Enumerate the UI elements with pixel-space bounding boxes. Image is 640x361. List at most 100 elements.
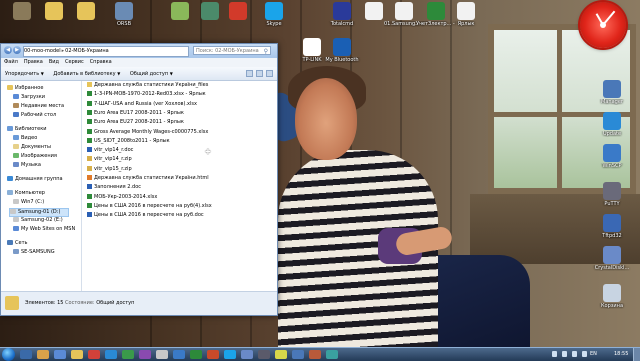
add-to-library-button[interactable]: Добавить в библиотеку ▼ bbox=[49, 71, 124, 77]
menu-help[interactable]: Справка bbox=[87, 59, 115, 65]
search-input[interactable]: Поиск: 02-МОБ-Украина ⚲ bbox=[193, 46, 271, 55]
nav-item[interactable]: Музыка bbox=[13, 162, 41, 169]
nav-item[interactable]: Samsung-01 (D:) bbox=[9, 208, 70, 217]
skype-icon bbox=[265, 2, 283, 20]
taskbar-app-button[interactable] bbox=[190, 350, 202, 359]
navigation-pane: Избранное Загрузки Недавние места Рабочий с… bbox=[1, 81, 82, 291]
desktop-icon[interactable]: Ярлык bbox=[446, 2, 486, 27]
file-item[interactable]: Euro Area EU27 2008-2011 - Ярлык bbox=[87, 119, 184, 125]
taskbar-app-button[interactable] bbox=[156, 350, 168, 359]
file-item[interactable]: Державна служба статистики України.html bbox=[87, 175, 209, 181]
desktop-icon[interactable]: Update bbox=[592, 112, 632, 137]
clock-gadget[interactable] bbox=[580, 2, 626, 48]
desktop-icon[interactable]: ORSB bbox=[104, 2, 144, 27]
nav-item-icon bbox=[7, 126, 13, 131]
help-icon[interactable] bbox=[266, 70, 273, 77]
network-icon[interactable] bbox=[562, 351, 567, 357]
file-item[interactable]: Цены в США 2016 в пересчете на руб.doc bbox=[87, 212, 204, 218]
desktop-icon[interactable] bbox=[218, 2, 258, 21]
address-segment[interactable]: 02-МОБ-Украина bbox=[65, 48, 109, 54]
desktop-icon[interactable] bbox=[66, 2, 106, 21]
explorer-titlebar[interactable]: ◀ ▶ 00-moo-model▸02-МОБ-Украина Поиск: 0… bbox=[1, 44, 277, 58]
clock-time[interactable]: 18:55 bbox=[614, 351, 628, 357]
desktop-icon[interactable]: PuTTY bbox=[592, 182, 632, 207]
nav-item[interactable]: Домашняя группа bbox=[7, 176, 63, 183]
taskbar-app-button[interactable] bbox=[20, 350, 32, 359]
taskbar-app-button[interactable] bbox=[173, 350, 185, 359]
taskbar-app-button[interactable] bbox=[292, 350, 304, 359]
nav-item[interactable]: Изображения bbox=[13, 153, 57, 160]
menu-file[interactable]: Файл bbox=[1, 59, 21, 65]
nav-item[interactable]: Документы bbox=[13, 144, 51, 151]
taskbar-app-button[interactable] bbox=[122, 350, 134, 359]
desktop-icon[interactable]: Skype bbox=[254, 2, 294, 27]
file-item[interactable]: Заполнения 2.doc bbox=[87, 184, 141, 190]
file-item[interactable]: МОБ-Укр-2003-2014.xlsx bbox=[87, 193, 157, 200]
address-bar[interactable]: 00-moo-model▸02-МОБ-Украина bbox=[23, 46, 189, 57]
start-button[interactable] bbox=[2, 348, 15, 361]
taskbar-app-button[interactable] bbox=[275, 350, 287, 359]
file-item[interactable]: vitr_vip14_r.zip bbox=[87, 156, 132, 162]
share-button[interactable]: Общий доступ ▼ bbox=[126, 71, 177, 77]
volume-icon[interactable] bbox=[572, 351, 577, 357]
desktop-icon[interactable]: My Bluetooth bbox=[322, 38, 362, 63]
taskbar-app-button[interactable] bbox=[37, 350, 49, 359]
nav-item[interactable]: SE-SAMSUNG bbox=[13, 249, 55, 256]
html-file-icon bbox=[87, 175, 92, 180]
taskbar-app-button[interactable] bbox=[54, 350, 66, 359]
nav-item-icon bbox=[7, 176, 13, 181]
nav-item[interactable]: Рабочий стол bbox=[13, 112, 56, 119]
file-item[interactable]: Державна служба статистики України_files bbox=[87, 82, 208, 88]
taskbar-app-button[interactable] bbox=[241, 350, 253, 359]
forward-button[interactable]: ▶ bbox=[13, 46, 21, 54]
desktop-icon[interactable]: WinSCP bbox=[592, 144, 632, 169]
desktop-icon[interactable]: Tftpd32 bbox=[592, 214, 632, 239]
desktop-icon[interactable]: Корзина bbox=[592, 284, 632, 309]
file-item[interactable]: vitr_vip15_r.zip bbox=[87, 165, 132, 172]
back-button[interactable]: ◀ bbox=[4, 46, 12, 54]
file-item[interactable]: Euro Area EU17 2008-2011 - Ярлык bbox=[87, 109, 184, 116]
taskbar-app-button[interactable] bbox=[139, 350, 151, 359]
desktop-icon[interactable]: CrystalDiskI... bbox=[592, 246, 632, 271]
taskbar-app-button[interactable] bbox=[88, 350, 100, 359]
taskbar-app-button[interactable] bbox=[326, 350, 338, 359]
xls-file-icon bbox=[87, 109, 92, 115]
nav-item[interactable]: Избранное bbox=[7, 85, 43, 92]
file-item[interactable]: US_SIDT_2008to2011 - Ярлык bbox=[87, 137, 170, 144]
taskbar-app-button[interactable] bbox=[258, 350, 270, 359]
organize-button[interactable]: Упорядочить ▼ bbox=[1, 71, 48, 77]
nav-item-icon bbox=[13, 112, 19, 117]
address-segment[interactable]: 00-moo-model bbox=[24, 48, 61, 54]
taskbar-app-button[interactable] bbox=[105, 350, 117, 359]
tray-icon[interactable] bbox=[582, 351, 587, 357]
nav-item[interactable]: Видео bbox=[13, 135, 37, 142]
file-item[interactable]: 7-ШАГ-USA and Russia (ver Хохлов).xlsx bbox=[87, 100, 197, 107]
file-item[interactable]: vitr_vip14_r.doc bbox=[87, 147, 133, 153]
menu-edit[interactable]: Правка bbox=[21, 59, 46, 65]
file-item[interactable]: Gross Average Monthly Wages-c0000775.xls… bbox=[87, 128, 208, 135]
file-item[interactable]: Цены в США 2016 в пересчете на руб(4).xl… bbox=[87, 202, 212, 209]
taskbar-app-button[interactable] bbox=[309, 350, 321, 359]
taskbar-app-button[interactable] bbox=[71, 350, 83, 359]
nav-item[interactable]: My Web Sites on MSN bbox=[13, 226, 75, 233]
desktop-icon[interactable]: Manager bbox=[592, 80, 632, 105]
nav-item[interactable]: Библиотеки bbox=[7, 126, 47, 133]
nav-item[interactable]: Недавние места bbox=[13, 103, 64, 110]
view-mode-icon[interactable] bbox=[246, 70, 253, 77]
nav-item[interactable]: Загрузки bbox=[13, 94, 45, 101]
tray-icon[interactable] bbox=[552, 351, 557, 357]
preview-pane-icon[interactable] bbox=[256, 70, 263, 77]
menu-tools[interactable]: Сервис bbox=[62, 59, 87, 65]
nav-item-icon bbox=[13, 153, 19, 158]
taskbar-app-button[interactable] bbox=[207, 350, 219, 359]
nav-item[interactable]: Компьютер bbox=[7, 190, 45, 197]
app-icon bbox=[603, 80, 621, 98]
taskbar-app-button[interactable] bbox=[224, 350, 236, 359]
show-desktop-button[interactable] bbox=[633, 348, 640, 361]
language-indicator[interactable]: EN bbox=[590, 351, 597, 357]
file-item[interactable]: 1-3-IPN-MOB-1970-2012-Red03.xlsx - Ярлык bbox=[87, 91, 206, 97]
nav-item[interactable]: Samsung-02 (E:) bbox=[13, 217, 63, 224]
menu-view[interactable]: Вид bbox=[46, 59, 62, 65]
nav-item[interactable]: Сеть bbox=[7, 240, 27, 247]
nav-item[interactable]: Win7 (C:) bbox=[13, 199, 44, 206]
